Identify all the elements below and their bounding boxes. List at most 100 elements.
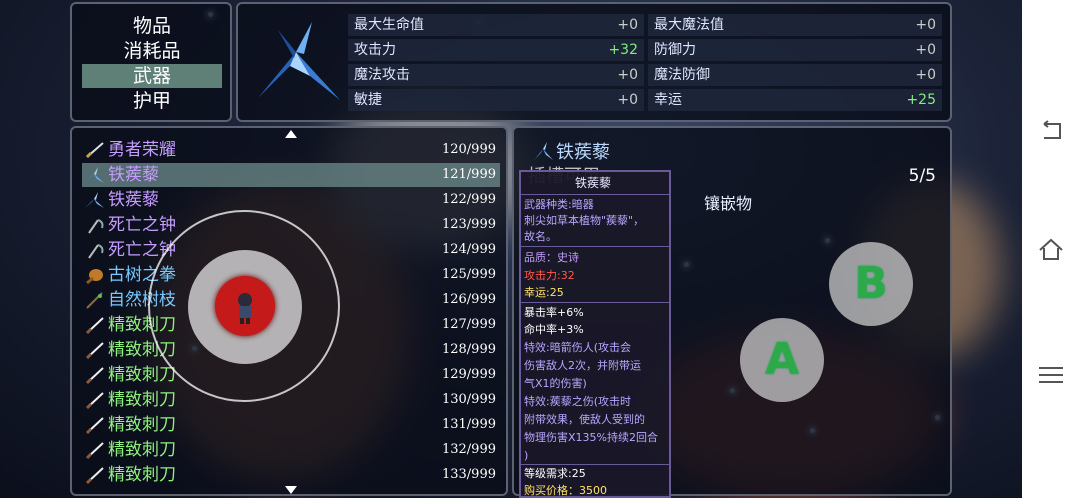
fist-icon <box>86 269 103 284</box>
item-count: 123/999 <box>441 217 496 232</box>
tooltip-desc-line: 武器种类:暗器 <box>524 198 594 211</box>
back-icon[interactable] <box>1036 116 1066 146</box>
item-name: 精致刺刀 <box>108 390 176 410</box>
stat-label: 最大生命值 <box>354 17 424 33</box>
item-count: 130/999 <box>441 392 496 407</box>
a-button[interactable]: A <box>740 318 824 402</box>
stat-luck: 幸运 +25 <box>648 89 942 111</box>
stat-value: +0 <box>915 17 936 33</box>
stat-value: +0 <box>617 67 638 83</box>
item-tooltip: 铁蒺藜 武器种类:暗器 刺尖如草本植物"蒺藜"， 故名。 品质：史诗 攻击力:3… <box>519 170 671 498</box>
item-name: 勇者荣耀 <box>108 140 176 160</box>
tooltip-effect-line: 伤害敌人2次，并附带运 <box>524 359 641 372</box>
stat-value: +0 <box>617 92 638 108</box>
caltrop-icon <box>85 192 104 208</box>
item-name: 精致刺刀 <box>108 440 176 460</box>
caltrop-icon <box>534 142 553 160</box>
weapon-list-item[interactable]: 勇者荣耀 120/999 <box>82 138 500 162</box>
tooltip-effect-line: 附带效果，使敌人受到的 <box>524 413 645 426</box>
tooltip-divider <box>521 302 669 303</box>
tooltip-desc-line: 刺尖如草本植物"蒺藜"， <box>524 214 645 227</box>
tooltip-effect-line: 物理伤害X135%持续2回合 <box>524 431 658 444</box>
stat-agility: 敏捷 +0 <box>348 89 644 111</box>
category-weapons[interactable]: 武器 <box>82 64 222 88</box>
item-count: 120/999 <box>441 142 496 157</box>
tooltip-effect-line: 命中率+3% <box>524 323 584 336</box>
scroll-up-arrow-icon[interactable] <box>285 130 297 138</box>
tooltip-effect-line: 气X1的伤害) <box>524 377 587 390</box>
detail-page-indicator: 5/5 <box>908 166 936 186</box>
system-nav-bar <box>1022 0 1080 498</box>
dagger-icon <box>85 467 104 484</box>
item-count: 127/999 <box>441 317 496 332</box>
stat-label: 防御力 <box>654 42 696 58</box>
tooltip-level-requirement: 等级需求:25 <box>524 467 586 480</box>
socket-label: 镶嵌物 <box>704 194 753 213</box>
game-screen: 物品 消耗品 武器 护甲 最大生命值 +0 最大魔法值 +0 攻击力 +32 防御力 +… <box>0 0 1022 498</box>
weapon-list-item[interactable]: 精致刺刀 132/999 <box>82 438 500 462</box>
item-count: 124/999 <box>441 242 496 257</box>
item-count: 125/999 <box>441 267 496 282</box>
item-name: 精致刺刀 <box>108 465 176 485</box>
stat-label: 敏捷 <box>354 92 382 108</box>
item-name: 精致刺刀 <box>108 365 176 385</box>
dagger-icon <box>85 342 104 359</box>
weapon-list-item[interactable]: 精致刺刀 130/999 <box>82 388 500 412</box>
stat-value: +0 <box>915 67 936 83</box>
item-count: 129/999 <box>441 367 496 382</box>
stat-label: 攻击力 <box>354 42 396 58</box>
stat-value: +0 <box>617 17 638 33</box>
player-sprite-icon <box>238 293 252 324</box>
stats-comparison-panel: 最大生命值 +0 最大魔法值 +0 攻击力 +32 防御力 +0 魔法攻击 +0 魔法防御… <box>236 2 952 122</box>
menu-icon[interactable] <box>1036 360 1066 390</box>
sword-icon <box>85 142 104 159</box>
stat-max-hp: 最大生命值 +0 <box>348 14 644 36</box>
stat-defense: 防御力 +0 <box>648 39 942 61</box>
dagger-icon <box>85 367 104 384</box>
item-count: 128/999 <box>441 342 496 357</box>
tooltip-luck: 幸运:25 <box>524 286 564 299</box>
scythe-icon <box>88 219 104 234</box>
scroll-down-arrow-icon[interactable] <box>285 486 297 494</box>
item-count: 131/999 <box>441 417 496 432</box>
stat-label: 最大魔法值 <box>654 17 724 33</box>
item-name: 精致刺刀 <box>108 415 176 435</box>
home-icon[interactable] <box>1036 234 1066 264</box>
weapon-list-item[interactable]: 铁蒺藜 121/999 <box>82 163 500 187</box>
dagger-icon <box>85 392 104 409</box>
stat-magic-attack: 魔法攻击 +0 <box>348 64 644 86</box>
stat-value: +32 <box>608 42 638 58</box>
stat-attack: 攻击力 +32 <box>348 39 644 61</box>
weapon-list-item[interactable]: 精致刺刀 133/999 <box>82 463 500 487</box>
category-items[interactable]: 物品 <box>82 14 222 38</box>
tooltip-attack: 攻击力:32 <box>524 269 575 282</box>
weapon-list-item[interactable]: 铁蒺藜 122/999 <box>82 188 500 212</box>
tooltip-effect-line: 特效:蒺藜之伤(攻击时 <box>524 395 631 408</box>
joystick-knob[interactable] <box>215 276 275 336</box>
item-name: 死亡之钟 <box>108 215 176 235</box>
stat-max-mp: 最大魔法值 +0 <box>648 14 942 36</box>
stat-magic-defense: 魔法防御 +0 <box>648 64 942 86</box>
dagger-icon <box>85 442 104 459</box>
category-armor[interactable]: 护甲 <box>82 89 222 113</box>
tooltip-divider <box>521 246 669 247</box>
weapon-list-item[interactable]: 精致刺刀 131/999 <box>82 413 500 437</box>
category-consumables[interactable]: 消耗品 <box>82 39 222 63</box>
tooltip-effect-line: ) <box>524 449 529 462</box>
stat-label: 魔法防御 <box>654 67 710 83</box>
b-button[interactable]: B <box>829 242 913 326</box>
item-name: 铁蒺藜 <box>108 190 159 210</box>
item-count: 126/999 <box>441 292 496 307</box>
tooltip-quality: 品质：史诗 <box>524 251 579 264</box>
caltrop-icon <box>85 167 104 183</box>
item-count: 122/999 <box>441 192 496 207</box>
item-name: 铁蒺藜 <box>108 165 159 185</box>
caltrop-large-icon <box>258 22 340 100</box>
stat-label: 魔法攻击 <box>354 67 410 83</box>
dagger-icon <box>85 317 104 334</box>
item-count: 133/999 <box>441 467 496 482</box>
tooltip-divider <box>521 464 669 465</box>
tooltip-divider <box>521 194 669 195</box>
scythe-icon <box>88 244 104 259</box>
dagger-icon <box>85 417 104 434</box>
